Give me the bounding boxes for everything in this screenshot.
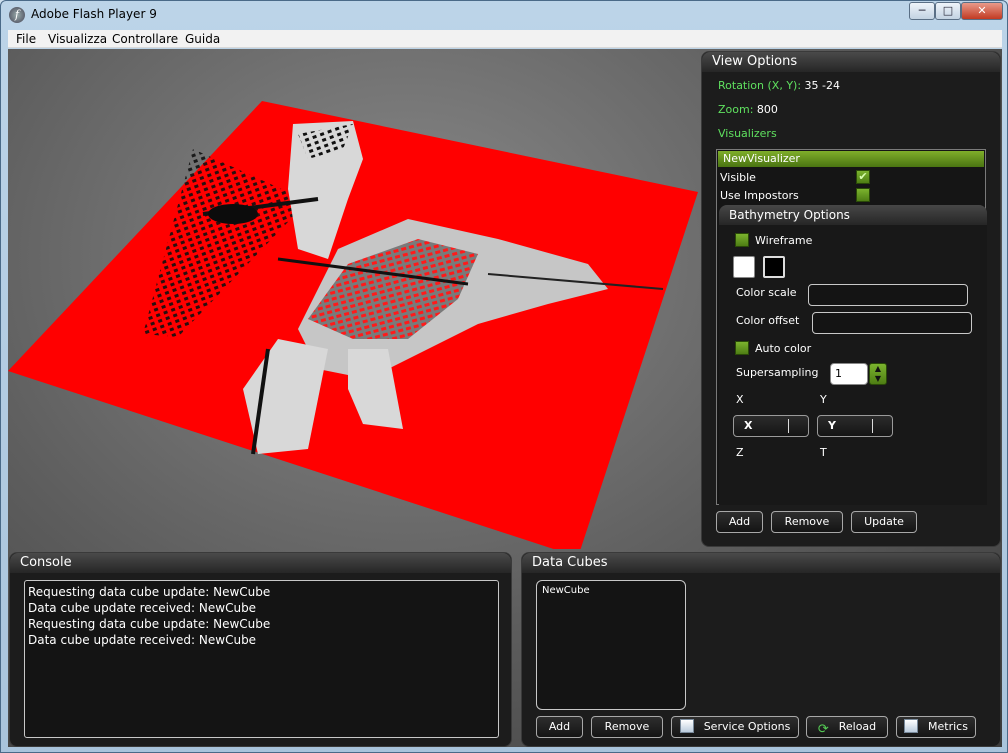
zoom-value: 800 <box>756 103 778 116</box>
use-impostors-label: Use Impostors <box>720 189 799 202</box>
console-title: Console <box>10 553 511 573</box>
menu-file[interactable]: File <box>16 32 36 46</box>
refresh-icon: ⟳ <box>817 722 829 737</box>
rotation-label: Rotation (X, Y): <box>718 79 802 92</box>
bathymetry-render <box>8 101 698 557</box>
y-axis-select-value: Y <box>828 419 836 432</box>
z-label: Z <box>736 446 744 459</box>
y-label: Y <box>820 393 827 406</box>
x-axis-select[interactable]: X <box>733 415 809 437</box>
supersampling-stepper[interactable]: ▲ ▼ <box>869 363 887 385</box>
metrics-label: Metrics <box>928 720 968 733</box>
console-line: Data cube update received: NewCube <box>28 633 257 647</box>
service-options-label: Service Options <box>703 720 791 733</box>
flash-app-icon: f <box>9 7 25 23</box>
dark-blob <box>208 204 258 224</box>
color-picker-white[interactable] <box>733 256 755 278</box>
table-icon <box>679 719 694 733</box>
dropdown-divider <box>788 419 789 433</box>
visualizer-item-selected[interactable]: NewVisualizer <box>718 151 984 167</box>
console-line: Requesting data cube update: NewCube <box>28 585 271 599</box>
visualizers-label: Visualizers <box>718 127 777 140</box>
use-impostors-checkbox[interactable] <box>856 188 870 202</box>
zoom-label: Zoom: <box>718 103 754 116</box>
data-cubes-title: Data Cubes <box>522 553 1000 573</box>
metrics-button[interactable]: Metrics <box>896 716 976 738</box>
reload-label: Reload <box>838 720 877 733</box>
chevron-down-icon[interactable]: ▼ <box>875 374 881 383</box>
visible-label: Visible <box>720 171 756 184</box>
color-offset-input[interactable] <box>812 312 972 334</box>
data-cubes-panel: Data Cubes NewCube Add Remove Service Op… <box>521 552 1001 747</box>
data-cubes-list[interactable]: NewCube <box>536 580 686 710</box>
console-output[interactable]: Requesting data cube update: NewCube Dat… <box>24 580 499 738</box>
t-label: T <box>820 446 827 459</box>
bathymetry-options-panel: Bathymetry Options Wireframe Color scale… <box>719 205 987 505</box>
add-visualizer-button[interactable]: Add <box>716 511 763 533</box>
flash-player-window: f Adobe Flash Player 9 ─ □ ✕ File Visual… <box>0 0 1008 753</box>
menu-controllare[interactable]: Controllare <box>112 32 178 46</box>
rotation-value: 35 -24 <box>804 79 841 92</box>
x-axis-select-value: X <box>744 419 753 432</box>
supersampling-input[interactable]: 1 <box>830 363 868 385</box>
update-visualizer-button[interactable]: Update <box>851 511 917 533</box>
remove-cube-button[interactable]: Remove <box>591 716 663 738</box>
console-line: Data cube update received: NewCube <box>28 601 257 615</box>
color-scale-input[interactable] <box>808 284 968 306</box>
dropdown-divider <box>872 419 873 433</box>
console-line: Requesting data cube update: NewCube <box>28 617 271 631</box>
list-item[interactable]: NewCube <box>542 585 680 596</box>
x-label: X <box>736 393 744 406</box>
console-panel: Console Requesting data cube update: New… <box>9 552 512 747</box>
color-scale-label: Color scale <box>736 286 797 299</box>
view-options-title: View Options <box>702 52 1000 72</box>
visualizers-list[interactable]: NewVisualizer Visible ✔ Use Impostors Ba… <box>716 149 987 505</box>
table-icon <box>904 719 919 733</box>
color-offset-label: Color offset <box>736 314 800 327</box>
remove-visualizer-button[interactable]: Remove <box>771 511 843 533</box>
3d-viewport[interactable] <box>8 49 708 557</box>
menu-visualizza[interactable]: Visualizza <box>48 32 107 46</box>
visible-checkbox[interactable]: ✔ <box>856 170 870 184</box>
title-bar[interactable]: f Adobe Flash Player 9 ─ □ ✕ <box>1 1 1007 29</box>
minimize-button[interactable]: ─ <box>909 2 935 20</box>
wireframe-checkbox[interactable] <box>735 233 749 247</box>
view-options-panel: View Options Rotation (X, Y): 35 -24 Zoo… <box>701 51 1001 547</box>
bathymetry-options-title: Bathymetry Options <box>719 205 987 225</box>
supersampling-label: Supersampling <box>736 366 819 379</box>
reload-button[interactable]: ⟳ Reload <box>806 716 888 738</box>
auto-color-label: Auto color <box>755 342 812 355</box>
window-title: Adobe Flash Player 9 <box>31 7 157 21</box>
menu-bar: File Visualizza Controllare Guida <box>8 30 1002 48</box>
menu-guida[interactable]: Guida <box>185 32 220 46</box>
auto-color-checkbox[interactable] <box>735 341 749 355</box>
checkmark-icon: ✔ <box>858 170 868 183</box>
color-picker-black[interactable] <box>763 256 785 278</box>
add-cube-button[interactable]: Add <box>536 716 583 738</box>
service-options-button[interactable]: Service Options <box>671 716 799 738</box>
wireframe-label: Wireframe <box>755 234 813 247</box>
app-client-area: View Options Rotation (X, Y): 35 -24 Zoo… <box>8 49 1002 747</box>
y-axis-select[interactable]: Y <box>817 415 893 437</box>
chevron-up-icon[interactable]: ▲ <box>875 364 881 373</box>
close-button[interactable]: ✕ <box>961 2 1003 20</box>
maximize-button[interactable]: □ <box>935 2 961 20</box>
